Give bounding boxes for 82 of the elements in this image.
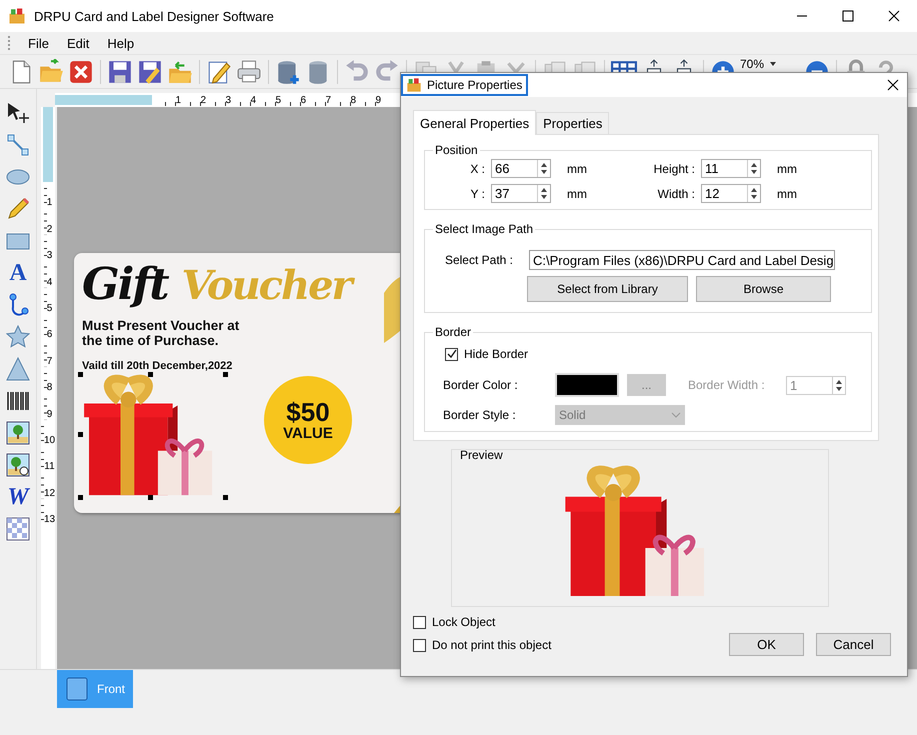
text-tool-icon[interactable]: A: [6, 261, 30, 285]
number-field[interactable]: 37: [491, 184, 551, 203]
dialog-title: Picture Properties: [401, 74, 528, 96]
checkbox[interactable]: [413, 616, 426, 628]
ruler-number: 10: [40, 420, 56, 446]
card-title: Gift: [82, 259, 168, 310]
number-field[interactable]: 66: [491, 159, 551, 178]
checkbox-label: Lock Object: [432, 615, 496, 629]
menu-item[interactable]: File: [19, 34, 58, 52]
badge-label: VALUE: [283, 424, 333, 442]
field-label: Border Color :: [442, 378, 519, 392]
group-title: Position: [434, 143, 479, 157]
ruler-number: 5: [44, 288, 52, 314]
wordart-icon[interactable]: W: [6, 485, 30, 509]
ruler-number: 13: [40, 498, 56, 526]
selection-handle[interactable]: [148, 372, 153, 377]
save-icon[interactable]: [107, 58, 133, 84]
spin-arrows-icon[interactable]: [537, 160, 550, 177]
tab[interactable]: General Properties: [413, 110, 536, 135]
pointer-icon[interactable]: [6, 101, 30, 125]
number-field[interactable]: 12: [701, 184, 761, 203]
checkbox-label: Do not print this object: [432, 638, 552, 652]
selection-handle[interactable]: [223, 495, 228, 500]
page-icon[interactable]: [65, 676, 89, 702]
export-folder-icon[interactable]: [167, 58, 193, 84]
selection-handle[interactable]: [78, 495, 83, 500]
field-label: Select Path :: [444, 253, 513, 267]
field-label: X :: [470, 162, 485, 176]
open-folder-icon[interactable]: [38, 58, 64, 84]
field-label: Height :: [654, 162, 695, 176]
menu-item[interactable]: Edit: [58, 34, 98, 52]
zoom-dropdown[interactable]: 70%: [740, 57, 800, 71]
ruler-number: 8: [44, 366, 52, 394]
unit-label: mm: [777, 186, 798, 200]
unit-label: mm: [567, 162, 588, 176]
selection-handle[interactable]: [78, 372, 83, 377]
card-note: Must Present Voucher at the time of Purchase.: [82, 318, 240, 348]
group-title: Select Image Path: [434, 222, 534, 236]
line-tool-icon[interactable]: [6, 133, 30, 157]
unit-label: mm: [777, 162, 798, 176]
cancel-button[interactable]: Cancel: [816, 633, 891, 656]
field-label: Border Width :: [688, 378, 766, 392]
caret-icon[interactable]: [770, 62, 776, 66]
group-title: Preview: [460, 448, 503, 462]
menu-item[interactable]: Help: [98, 34, 144, 52]
close-file-icon[interactable]: [68, 58, 94, 84]
path-field[interactable]: C:\Program Files (x86)\DRPU Card and Label Desig: [529, 250, 835, 270]
triangle-icon[interactable]: [6, 357, 30, 381]
spin-arrows-icon[interactable]: [747, 160, 760, 177]
library-button[interactable]: Select from Library: [527, 276, 688, 302]
tab[interactable]: Properties: [536, 112, 610, 134]
checkerboard-icon[interactable]: [6, 517, 30, 541]
group-title: Border: [434, 325, 472, 339]
picture-library-icon[interactable]: [6, 453, 30, 477]
checkbox[interactable]: [413, 638, 426, 652]
spin-arrows-icon[interactable]: [747, 185, 760, 202]
ok-button[interactable]: OK: [729, 633, 804, 656]
star-icon[interactable]: [6, 325, 30, 349]
unit-label: mm: [567, 186, 588, 200]
field-label: Y :: [470, 186, 485, 200]
selection-handle[interactable]: [148, 495, 153, 500]
edit-icon[interactable]: [206, 58, 232, 84]
app-logo-icon: [8, 7, 26, 25]
picture-icon[interactable]: [6, 421, 30, 445]
field-label: Width :: [658, 186, 695, 200]
selection-handle[interactable]: [223, 372, 228, 377]
field-label: Border Style :: [442, 408, 517, 422]
app-logo-icon: [406, 77, 422, 93]
browse-button[interactable]: Browse: [696, 276, 831, 302]
pencil-icon[interactable]: [6, 197, 30, 221]
printer-icon[interactable]: [236, 58, 262, 84]
number-field[interactable]: 11: [701, 159, 761, 178]
card-validity: Vaild till 20th December,2022: [82, 360, 234, 372]
spin-arrows-icon[interactable]: [537, 185, 550, 202]
checkbox-label: Hide Border: [464, 347, 528, 361]
close-icon[interactable]: [885, 77, 901, 93]
checkbox[interactable]: [445, 348, 458, 360]
window-title: DRPU Card and Label Designer Software: [34, 8, 275, 24]
selection-handle[interactable]: [78, 432, 83, 437]
save-as-icon[interactable]: [137, 58, 163, 84]
barcode-icon[interactable]: [6, 389, 30, 413]
badge-amount: $50: [286, 398, 330, 424]
